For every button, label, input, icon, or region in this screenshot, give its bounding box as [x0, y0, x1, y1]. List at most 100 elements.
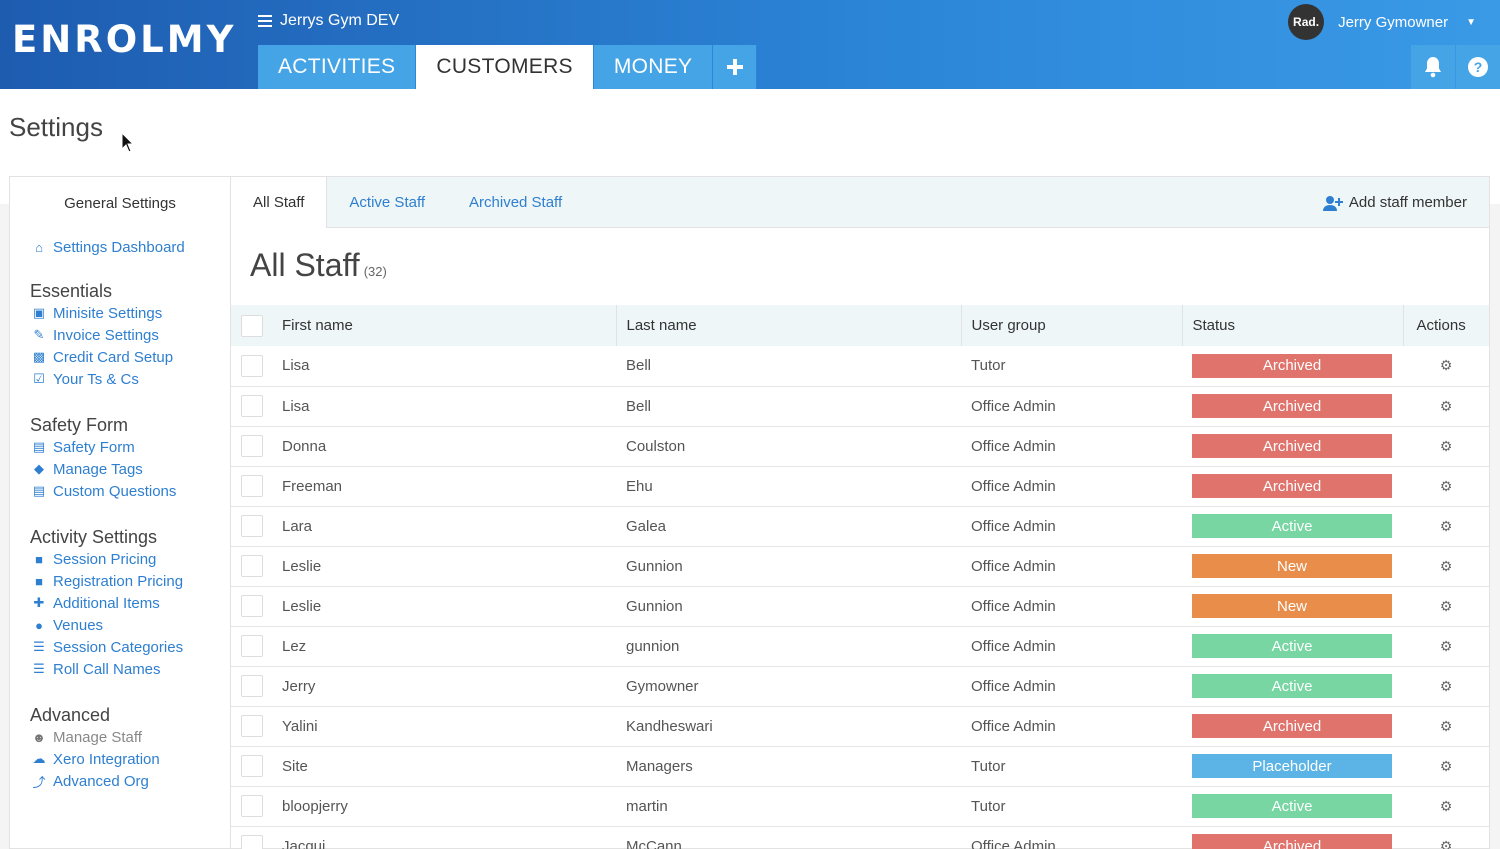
- row-checkbox[interactable]: [241, 435, 263, 457]
- column-status[interactable]: Status: [1182, 305, 1404, 346]
- gear-icon[interactable]: ⚙: [1403, 558, 1489, 575]
- notifications-button[interactable]: [1411, 45, 1455, 89]
- gear-icon[interactable]: ⚙: [1403, 798, 1489, 815]
- table-row[interactable]: Lisa Bell Tutor Archived ⚙: [231, 346, 1489, 386]
- staff-table: First name Last name User group Status A…: [231, 305, 1489, 849]
- user-name: Jerry Gymowner: [1338, 13, 1449, 31]
- home-icon: ⌂: [35, 239, 43, 255]
- row-checkbox[interactable]: [241, 715, 263, 737]
- row-select-cell: [231, 506, 272, 546]
- sidebar-item-label: Invoice Settings: [53, 326, 159, 344]
- sidebar-item-label: Registration Pricing: [53, 572, 184, 590]
- gear-icon[interactable]: ⚙: [1403, 518, 1489, 535]
- gear-icon[interactable]: ⚙: [1403, 398, 1489, 415]
- check-square-icon: ☑: [33, 371, 45, 386]
- table-row[interactable]: Yalini Kandheswari Office Admin Archived ⚙: [231, 706, 1489, 746]
- help-button[interactable]: ?: [1456, 45, 1500, 89]
- avatar: Rad.: [1288, 4, 1325, 40]
- tab-all-staff[interactable]: All Staff: [231, 177, 328, 228]
- header-actions: ?: [1410, 45, 1500, 89]
- row-checkbox[interactable]: [241, 475, 263, 497]
- tab-archived-staff[interactable]: Archived Staff: [447, 177, 584, 227]
- sidebar-item-session-categories[interactable]: ☰ Session Categories: [10, 636, 230, 658]
- first-name-cell: Jacqui: [282, 837, 326, 849]
- row-checkbox[interactable]: [241, 795, 263, 817]
- gear-icon[interactable]: ⚙: [1403, 718, 1489, 735]
- row-checkbox[interactable]: [241, 354, 263, 377]
- org-switcher[interactable]: Jerrys Gym DEV: [258, 12, 399, 30]
- gear-icon[interactable]: ⚙: [1403, 678, 1489, 695]
- sidebar-item-settings-dashboard[interactable]: ⌂ Settings Dashboard: [10, 236, 230, 258]
- status-cell: Active: [1182, 626, 1403, 666]
- first-name-cell: Site: [282, 757, 308, 775]
- sidebar-item-credit-card-setup[interactable]: ▩ Credit Card Setup: [10, 346, 230, 368]
- gear-icon[interactable]: ⚙: [1403, 758, 1489, 775]
- row-checkbox[interactable]: [241, 395, 263, 417]
- sidebar-item-additional-items[interactable]: ✚ Additional Items: [10, 592, 230, 614]
- status-cell: Placeholder: [1182, 746, 1403, 786]
- table-row[interactable]: Leslie Gunnion Office Admin New ⚙: [231, 546, 1489, 586]
- select-all-checkbox[interactable]: [241, 314, 263, 337]
- last-name-cell: gunnion: [626, 637, 680, 655]
- row-checkbox[interactable]: [241, 755, 263, 777]
- sidebar-item-registration-pricing[interactable]: ■ Registration Pricing: [10, 570, 230, 592]
- gear-icon[interactable]: ⚙: [1403, 598, 1489, 615]
- sidebar-item-invoice-settings[interactable]: ✎ Invoice Settings: [10, 324, 230, 346]
- tab-customers[interactable]: CUSTOMERS: [416, 45, 594, 89]
- table-row[interactable]: Jacqui McCann Office Admin Archived ⚙: [231, 826, 1489, 849]
- user-group-cell: Office Admin: [971, 437, 1056, 455]
- sidebar-item-roll-call-names[interactable]: ☰ Roll Call Names: [10, 658, 230, 680]
- user-menu[interactable]: Rad. Jerry Gymowner ▼: [1288, 4, 1476, 40]
- actions-cell: ⚙: [1403, 546, 1489, 586]
- table-row[interactable]: Jerry Gymowner Office Admin Active ⚙: [231, 666, 1489, 706]
- row-checkbox[interactable]: [241, 835, 263, 849]
- column-first-name[interactable]: First name: [272, 305, 617, 346]
- row-checkbox[interactable]: [241, 635, 263, 657]
- sidebar-item-manage-staff[interactable]: ☻ Manage Staff: [10, 726, 230, 748]
- add-staff-button[interactable]: Add staff member: [1322, 177, 1467, 228]
- users-icon: ☻: [32, 729, 46, 745]
- gear-icon[interactable]: ⚙: [1403, 638, 1489, 655]
- table-row[interactable]: bloopjerry martin Tutor Active ⚙: [231, 786, 1489, 826]
- sidebar-item-terms[interactable]: ☑ Your Ts & Cs: [10, 368, 230, 390]
- tab-money[interactable]: MONEY: [593, 45, 714, 89]
- tab-activities[interactable]: ACTIVITIES: [258, 45, 417, 89]
- gear-icon[interactable]: ⚙: [1403, 838, 1489, 849]
- chevron-down-icon: ▼: [1466, 16, 1476, 28]
- row-select-cell: [231, 706, 272, 746]
- sidebar-item-minisite-settings[interactable]: ▣ Minisite Settings: [10, 302, 230, 324]
- status-badge: Archived: [1192, 474, 1392, 498]
- table-row[interactable]: Leslie Gunnion Office Admin New ⚙: [231, 586, 1489, 626]
- status-cell: Active: [1182, 786, 1403, 826]
- sidebar-item-custom-questions[interactable]: ▤ Custom Questions: [10, 480, 230, 502]
- row-select-cell: [231, 786, 272, 826]
- table-row[interactable]: Freeman Ehu Office Admin Archived ⚙: [231, 466, 1489, 506]
- column-user-group[interactable]: User group: [961, 305, 1183, 346]
- map-marker-icon: ●: [35, 617, 43, 633]
- sidebar-item-safety-form[interactable]: ▤ Safety Form: [10, 436, 230, 458]
- column-last-name[interactable]: Last name: [616, 305, 962, 346]
- sidebar-item-venues[interactable]: ● Venues: [10, 614, 230, 636]
- tab-active-staff[interactable]: Active Staff: [327, 177, 447, 227]
- row-checkbox[interactable]: [241, 555, 263, 577]
- gear-icon[interactable]: ⚙: [1403, 357, 1489, 374]
- table-row[interactable]: Site Managers Tutor Placeholder ⚙: [231, 746, 1489, 786]
- row-checkbox[interactable]: [241, 595, 263, 617]
- row-checkbox[interactable]: [241, 675, 263, 697]
- status-badge: Active: [1192, 514, 1392, 538]
- table-row[interactable]: Lisa Bell Office Admin Archived ⚙: [231, 386, 1489, 426]
- sidebar-item-advanced-org[interactable]: ⤴ Advanced Org: [10, 770, 230, 792]
- actions-cell: ⚙: [1403, 506, 1489, 546]
- table-row[interactable]: Lez gunnion Office Admin Active ⚙: [231, 626, 1489, 666]
- table-row[interactable]: Lara Galea Office Admin Active ⚙: [231, 506, 1489, 546]
- enrolmy-logo[interactable]: ENROLMY: [12, 21, 236, 58]
- row-checkbox[interactable]: [241, 515, 263, 537]
- gear-icon[interactable]: ⚙: [1403, 478, 1489, 495]
- table-row[interactable]: Donna Coulston Office Admin Archived ⚙: [231, 426, 1489, 466]
- sidebar-item-session-pricing[interactable]: ■ Session Pricing: [10, 548, 230, 570]
- add-tab-button[interactable]: [713, 45, 758, 89]
- row-select-cell: [231, 666, 272, 706]
- gear-icon[interactable]: ⚙: [1403, 438, 1489, 455]
- sidebar-item-manage-tags[interactable]: ◆ Manage Tags: [10, 458, 230, 480]
- sidebar-item-xero-integration[interactable]: ☁ Xero Integration: [10, 748, 230, 770]
